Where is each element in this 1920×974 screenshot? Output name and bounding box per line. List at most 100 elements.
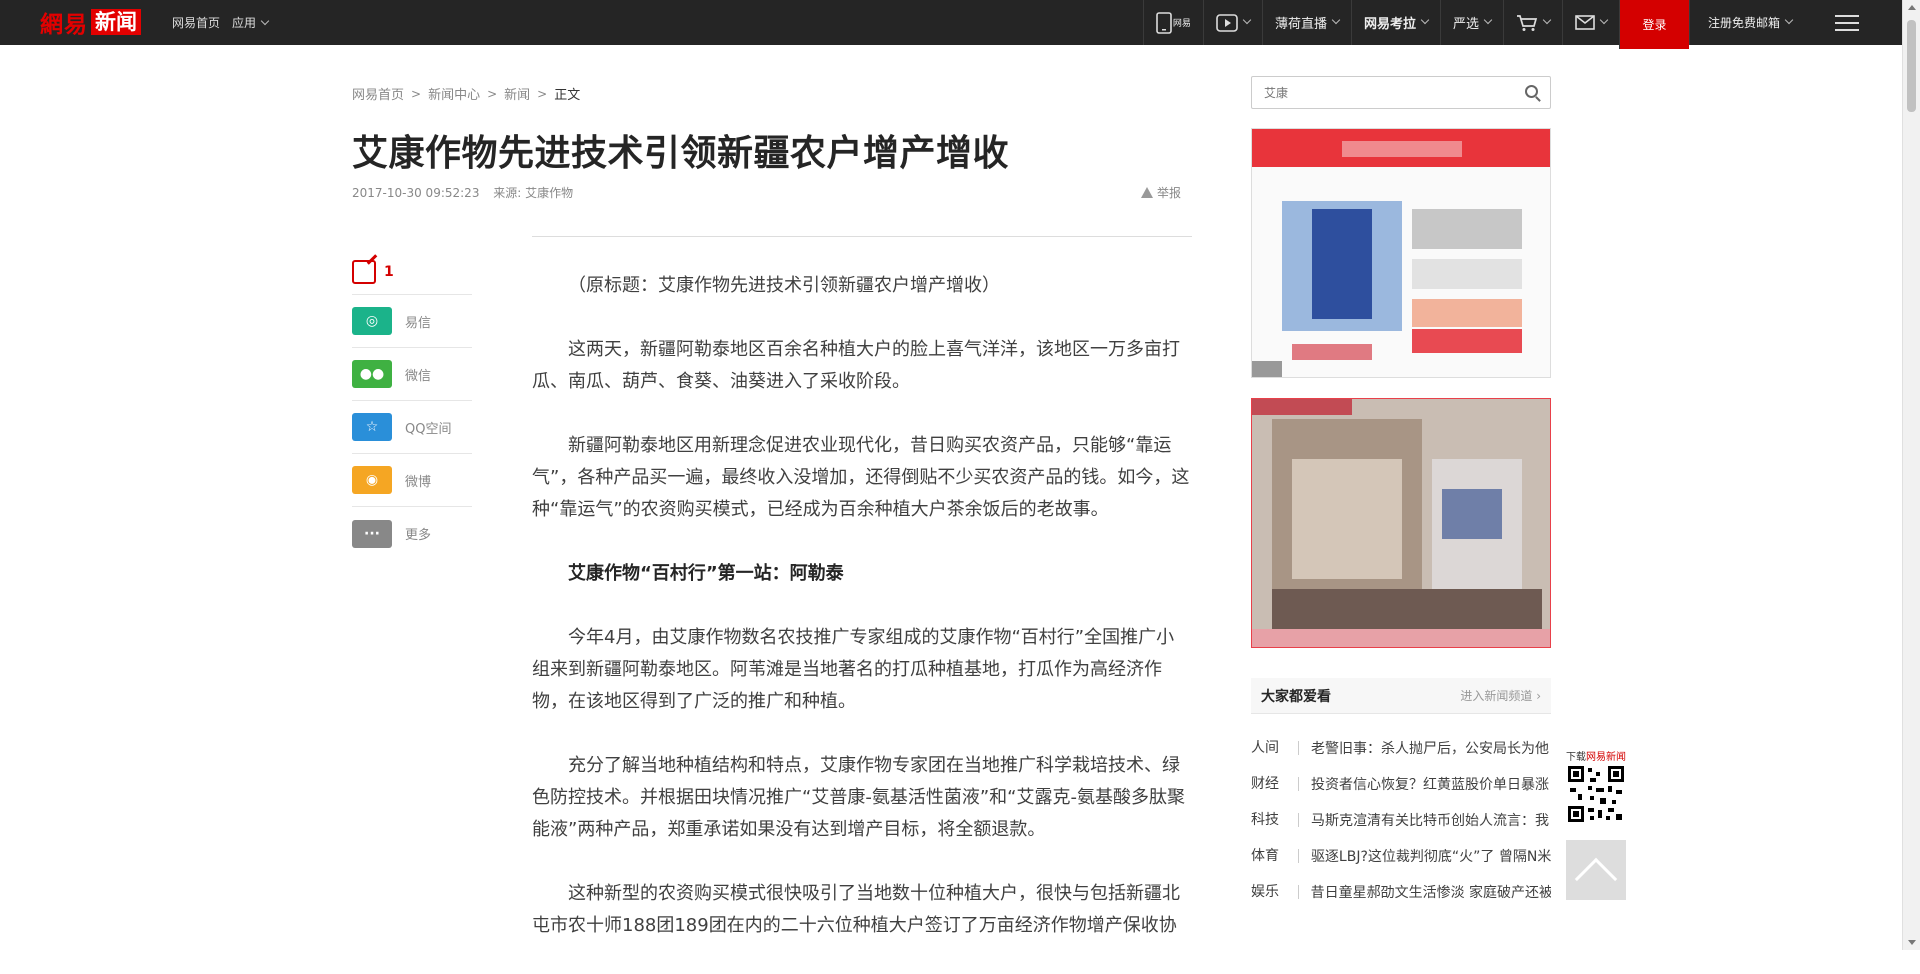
wechat-icon: ●●: [352, 360, 392, 388]
hamburger-icon: [1835, 14, 1859, 31]
article-paragraph: 这两天，新疆阿勒泰地区百余名种植大户的脸上喜气洋洋，该地区一万多亩打瓜、南瓜、葫…: [532, 339, 1180, 392]
divider: [532, 236, 1192, 237]
report-label: 举报: [1157, 186, 1182, 200]
popular-news-list: 人间 老警旧事：杀人抛尸后，公安局长为他 财经 投资者信心恢复？红黄蓝股价单日暴…: [1251, 730, 1551, 910]
nav-apps-menu[interactable]: 应用: [232, 14, 270, 31]
news-category: 人间: [1251, 741, 1299, 755]
bohe-live-menu[interactable]: 薄荷直播: [1261, 0, 1351, 45]
cart-icon: [1516, 14, 1538, 31]
share-wechat[interactable]: ●● 微信: [352, 348, 472, 401]
qr-label-brand: 网易新闻: [1586, 752, 1626, 763]
share-label: 微信: [405, 368, 432, 384]
login-button[interactable]: 登录: [1618, 0, 1689, 49]
qzone-icon: ☆: [352, 413, 392, 441]
search-input[interactable]: [1252, 77, 1502, 108]
article-meta: 2017-10-30 09:52:23 来源: 艾康作物: [352, 184, 583, 201]
share-yixin[interactable]: ◎ 易信: [352, 295, 472, 348]
news-headline: 马斯克渲清有关比特币创始人流言：我: [1311, 813, 1549, 829]
scrollbar-thumb[interactable]: [1907, 20, 1916, 112]
article-body: （原标题：艾康作物先进技术引领新疆农户增产增收） 这两天，新疆阿勒泰地区百余名种…: [532, 270, 1192, 974]
report-link[interactable]: 举报: [1141, 184, 1181, 201]
article-paragraph: 这种新型的农资购买模式很快吸引了当地数十位种植大户，很快与包括新疆北屯市农十师1…: [532, 883, 1180, 936]
article-paragraph: 新疆阿勒泰地区用新理念促进农业现代化，昔日购买农资产品，只能够“靠运气”，各种产…: [532, 435, 1190, 520]
warning-icon: [1141, 187, 1153, 198]
scroll-up-icon[interactable]: [1908, 5, 1916, 10]
qr-label: 下载网易新闻: [1566, 748, 1626, 763]
breadcrumb-current: 正文: [554, 88, 581, 103]
comment-button[interactable]: 1: [352, 250, 472, 295]
advertisement-image[interactable]: [1251, 398, 1551, 648]
breadcrumb-home[interactable]: 网易首页: [352, 84, 404, 103]
share-label: 更多: [405, 528, 432, 543]
news-category: 科技: [1251, 813, 1299, 827]
edit-comment-icon: [352, 260, 376, 284]
yanxuan-label: 严选: [1452, 17, 1479, 32]
weibo-icon: ◉: [352, 466, 392, 494]
qr-label-prefix: 下载: [1566, 752, 1586, 763]
nav-apps-label: 应用: [232, 16, 257, 30]
chevron-down-icon: [1599, 15, 1609, 24]
share-label: 微博: [405, 474, 432, 490]
advertisement-banner[interactable]: [1251, 128, 1551, 378]
enter-news-channel-link[interactable]: 进入新闻频道 ›: [1460, 687, 1541, 704]
video-menu[interactable]: [1202, 0, 1262, 45]
share-panel: 1 ◎ 易信 ●● 微信 ☆ QQ空间 ◉ 微博 ··· 更多: [352, 250, 472, 560]
back-to-top-button[interactable]: [1566, 840, 1626, 901]
list-item[interactable]: 财经 投资者信心恢复？红黄蓝股价单日暴涨: [1251, 766, 1551, 802]
yanxuan-menu[interactable]: 严选: [1439, 0, 1503, 45]
kaola-menu[interactable]: 网易考拉: [1350, 0, 1440, 45]
breadcrumb: 网易首页 > 新闻中心 > 新闻 > 正文: [352, 84, 581, 104]
chevron-down-icon: [1420, 15, 1430, 24]
scroll-down-icon[interactable]: [1908, 940, 1916, 945]
chevron-down-icon: [1542, 15, 1552, 24]
logo-netease-text: 網易: [40, 11, 88, 38]
list-item[interactable]: 人间 老警旧事：杀人抛尸后，公安局长为他: [1251, 730, 1551, 766]
share-weibo[interactable]: ◉ 微博: [352, 454, 472, 507]
yixin-icon: ◎: [352, 307, 392, 335]
mail-icon: [1575, 15, 1595, 30]
qr-code-image: [1566, 764, 1626, 824]
list-item[interactable]: 科技 马斯克渲清有关比特币创始人流言：我: [1251, 802, 1551, 838]
news-headline: 老警旧事：杀人抛尸后，公安局长为他: [1311, 741, 1549, 757]
breadcrumb-news[interactable]: 新闻: [504, 84, 530, 103]
cart-menu[interactable]: [1502, 0, 1562, 45]
netease-news-logo[interactable]: 網易 新闻: [40, 9, 141, 38]
comment-count: 1: [384, 264, 394, 280]
top-right-nav: 网易 薄荷直播 网易考拉 严选 登录 注册免费邮箱: [1142, 0, 1884, 49]
share-more[interactable]: ··· 更多: [352, 507, 472, 560]
article-title: 艾康作物先进技术引领新疆农户增产增收: [352, 133, 1010, 174]
top-left-nav: 网易首页 应用: [172, 0, 280, 45]
nav-home-link[interactable]: 网易首页: [172, 14, 220, 31]
chevron-right-icon: >: [411, 86, 422, 101]
list-item[interactable]: 体育 驱逐LBJ?这位裁判彻底“火”了 曾隔N米: [1251, 838, 1551, 874]
article-paragraph: 今年4月，由艾康作物数名农技推广专家组成的艾康作物“百村行”全国推广小组来到新疆…: [532, 627, 1175, 712]
share-label: QQ空间: [405, 421, 452, 437]
bohe-live-label: 薄荷直播: [1274, 17, 1327, 32]
news-category: 体育: [1251, 849, 1299, 863]
chevron-down-icon: [1242, 15, 1252, 24]
article-paragraph: 充分了解当地种植结构和特点，艾康作物专家团在当地推广科学栽培技术、绿色防控技术。…: [532, 755, 1185, 840]
signup-mail-menu[interactable]: 注册免费邮箱: [1688, 0, 1810, 45]
share-qzone[interactable]: ☆ QQ空间: [352, 401, 472, 454]
signup-mail-label: 注册免费邮箱: [1707, 16, 1780, 30]
play-icon: [1216, 13, 1238, 32]
chevron-down-icon: [1331, 15, 1341, 24]
page-scrollbar[interactable]: [1902, 0, 1920, 950]
arrow-up-icon: [1574, 857, 1618, 901]
share-label: 易信: [405, 315, 432, 331]
mobile-app-menu[interactable]: 网易: [1142, 0, 1203, 45]
mobile-app-label: 网易: [1172, 19, 1191, 29]
list-item[interactable]: 娱乐 昔日童星郝劭文生活惨淡 家庭破产还被: [1251, 874, 1551, 910]
article-source[interactable]: 来源: 艾康作物: [493, 186, 573, 200]
popular-news-header: 大家都爱看 进入新闻频道 ›: [1251, 678, 1551, 714]
breadcrumb-news-center[interactable]: 新闻中心: [428, 84, 480, 103]
article-date: 2017-10-30 09:52:23: [352, 186, 480, 200]
article-paragraph: （原标题：艾康作物先进技术引领新疆农户增产增收）: [568, 275, 1000, 296]
enter-news-channel-label: 进入新闻频道: [1460, 689, 1533, 703]
chevron-right-icon: >: [487, 86, 498, 101]
mail-menu[interactable]: [1561, 0, 1619, 45]
search-icon[interactable]: [1525, 85, 1538, 98]
logo-news-text: 新闻: [91, 9, 141, 35]
qr-code-icon: [1566, 764, 1626, 824]
hamburger-menu-button[interactable]: [1810, 0, 1884, 45]
